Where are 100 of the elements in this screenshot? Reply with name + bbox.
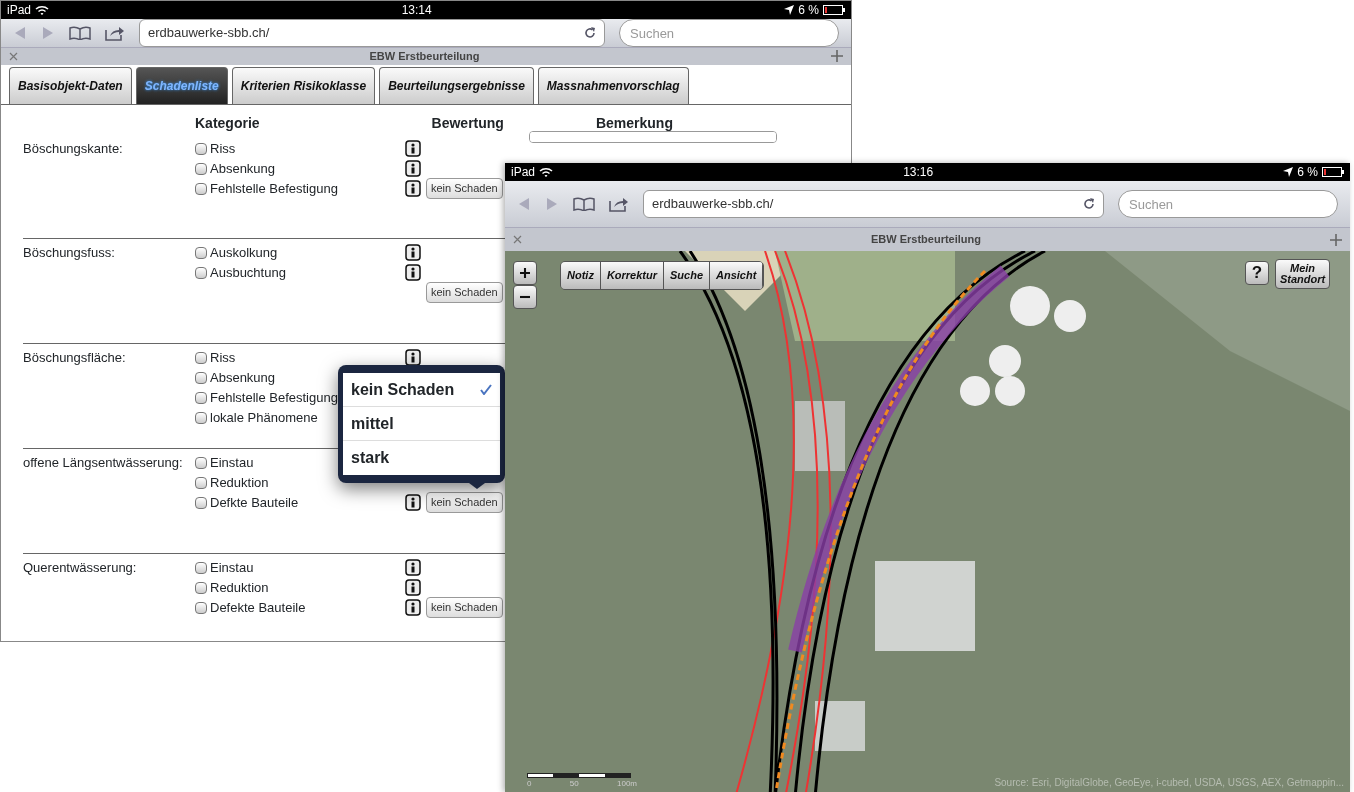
carrier-label: iPad xyxy=(7,2,32,19)
book-icon[interactable] xyxy=(69,26,91,40)
checkbox[interactable] xyxy=(195,246,207,259)
map-tool-button[interactable]: Ansicht xyxy=(710,262,764,289)
checkbox[interactable] xyxy=(195,411,207,424)
info-icon[interactable] xyxy=(405,180,421,197)
checkbox-label: Absenkung xyxy=(210,159,276,178)
info-icon[interactable] xyxy=(405,599,421,616)
checkbox-label: Einstau xyxy=(210,558,254,577)
info-icon[interactable] xyxy=(405,579,421,596)
wifi-icon xyxy=(35,4,50,16)
popover-option[interactable]: stark xyxy=(343,441,500,475)
battery-percent: 6 % xyxy=(798,2,819,19)
info-icon[interactable] xyxy=(405,264,421,281)
checkbox[interactable] xyxy=(195,391,207,404)
checkbox[interactable] xyxy=(195,561,207,574)
url-field[interactable]: erdbauwerke-sbb.ch/ xyxy=(139,19,605,47)
search-field[interactable]: Suchen xyxy=(1118,190,1338,218)
popover-option[interactable]: mittel xyxy=(343,407,500,441)
info-icon[interactable] xyxy=(405,349,421,366)
my-location-button[interactable]: Mein Standort xyxy=(1275,259,1330,289)
rating-dropdown[interactable]: kein Schaden xyxy=(426,492,503,513)
scale-label: 0 xyxy=(527,778,532,790)
zoom-out-button[interactable] xyxy=(513,285,537,309)
clock-label: 13:14 xyxy=(401,2,432,19)
map-attribution: Source: Esri, DigitalGlobe, GeoEye, i-cubed, USDA, USGS, AEX, Getmappin... xyxy=(994,776,1344,790)
rating-dropdown[interactable]: kein Schaden xyxy=(426,597,503,618)
map-tool-button[interactable]: Korrektur xyxy=(600,262,664,289)
info-icon[interactable] xyxy=(405,140,421,157)
info-icon[interactable] xyxy=(405,244,421,261)
map-tool-button[interactable]: Suche xyxy=(664,262,711,289)
rating-dropdown[interactable]: kein Schaden xyxy=(426,282,503,303)
remark-field[interactable] xyxy=(529,130,777,143)
plus-icon xyxy=(520,267,530,279)
search-field[interactable]: Suchen xyxy=(619,19,839,47)
reload-icon[interactable] xyxy=(584,27,596,39)
checkbox[interactable] xyxy=(195,162,207,175)
clock-label: 13:16 xyxy=(903,164,934,181)
checkbox[interactable] xyxy=(195,496,207,509)
tab[interactable]: Basisobjekt-Daten xyxy=(9,66,132,104)
info-icon[interactable] xyxy=(405,494,421,511)
info-icon[interactable] xyxy=(405,160,421,177)
share-icon[interactable] xyxy=(105,25,125,41)
reload-icon[interactable] xyxy=(1083,198,1095,210)
share-icon[interactable] xyxy=(609,196,629,212)
checkbox-label: Ausbuchtung xyxy=(210,263,286,282)
help-button[interactable]: ? xyxy=(1245,261,1269,285)
book-icon[interactable] xyxy=(573,197,595,211)
close-icon[interactable] xyxy=(9,51,18,61)
checkbox[interactable] xyxy=(195,182,207,195)
wifi-icon xyxy=(539,166,554,178)
checkbox[interactable] xyxy=(195,581,207,594)
info-icon[interactable] xyxy=(405,559,421,576)
checkbox-label: Reduktion xyxy=(210,473,269,492)
url-field[interactable]: erdbauwerke-sbb.ch/ xyxy=(643,190,1104,218)
minus-icon xyxy=(520,295,530,299)
checkbox[interactable] xyxy=(195,371,207,384)
checkbox[interactable] xyxy=(195,142,207,155)
checkbox-label: Reduktion xyxy=(210,578,269,597)
checkbox[interactable] xyxy=(195,351,207,364)
page-title: EBW Erstbeurteilung xyxy=(369,49,480,64)
scale-label: 50 xyxy=(569,778,579,790)
checkbox[interactable] xyxy=(195,266,207,279)
scale-label: 100m xyxy=(617,778,637,790)
rating-dropdown[interactable]: kein Schaden xyxy=(426,178,503,199)
close-icon[interactable] xyxy=(513,235,522,244)
checkbox-label: Defekte Bauteile xyxy=(210,598,306,617)
checkbox[interactable] xyxy=(195,476,207,489)
page-title: EBW Erstbeurteilung xyxy=(871,232,981,248)
checkbox[interactable] xyxy=(195,456,207,469)
url-text: erdbauwerke-sbb.ch/ xyxy=(148,24,271,43)
section-label: Böschungsfläche: xyxy=(23,348,127,367)
plus-icon[interactable] xyxy=(831,50,843,63)
url-text: erdbauwerke-sbb.ch/ xyxy=(652,195,775,214)
map-tool-button[interactable]: Notiz xyxy=(561,262,601,289)
scale-bar-icon xyxy=(527,773,631,778)
plus-icon[interactable] xyxy=(1330,233,1342,246)
column-header: Kategorie xyxy=(195,113,260,133)
zoom-in-button[interactable] xyxy=(513,261,537,285)
battery-percent: 6 % xyxy=(1297,164,1318,181)
section-label: Böschungsfuss: xyxy=(23,243,116,262)
tab[interactable]: Schadenliste xyxy=(135,66,228,104)
column-header: Bewertung xyxy=(431,113,504,133)
tab[interactable]: Beurteilungsergebnisse xyxy=(379,66,534,104)
location-arrow-icon xyxy=(1283,167,1294,177)
checkbox-label: Riss xyxy=(210,348,236,367)
column-header: Bemerkung xyxy=(595,113,673,133)
popover-option[interactable]: kein Schaden xyxy=(343,373,500,407)
location-arrow-icon xyxy=(784,5,795,15)
checkbox-label: Fehlstelle Befestigung xyxy=(210,388,338,407)
checkbox-label: Defkte Bauteile xyxy=(210,493,299,512)
checkbox-label: Einstau xyxy=(210,453,254,472)
battery-icon xyxy=(1322,167,1344,177)
checkbox-label: Absenkung xyxy=(210,368,276,387)
section-label: Böschungskante: xyxy=(23,139,124,158)
checkbox[interactable] xyxy=(195,601,207,614)
battery-icon xyxy=(823,5,845,15)
checkbox-label: Auskolkung xyxy=(210,243,278,262)
tab[interactable]: Kriterien Risikoklasse xyxy=(231,66,376,104)
tab[interactable]: Massnahmenvorschlag xyxy=(537,66,689,104)
